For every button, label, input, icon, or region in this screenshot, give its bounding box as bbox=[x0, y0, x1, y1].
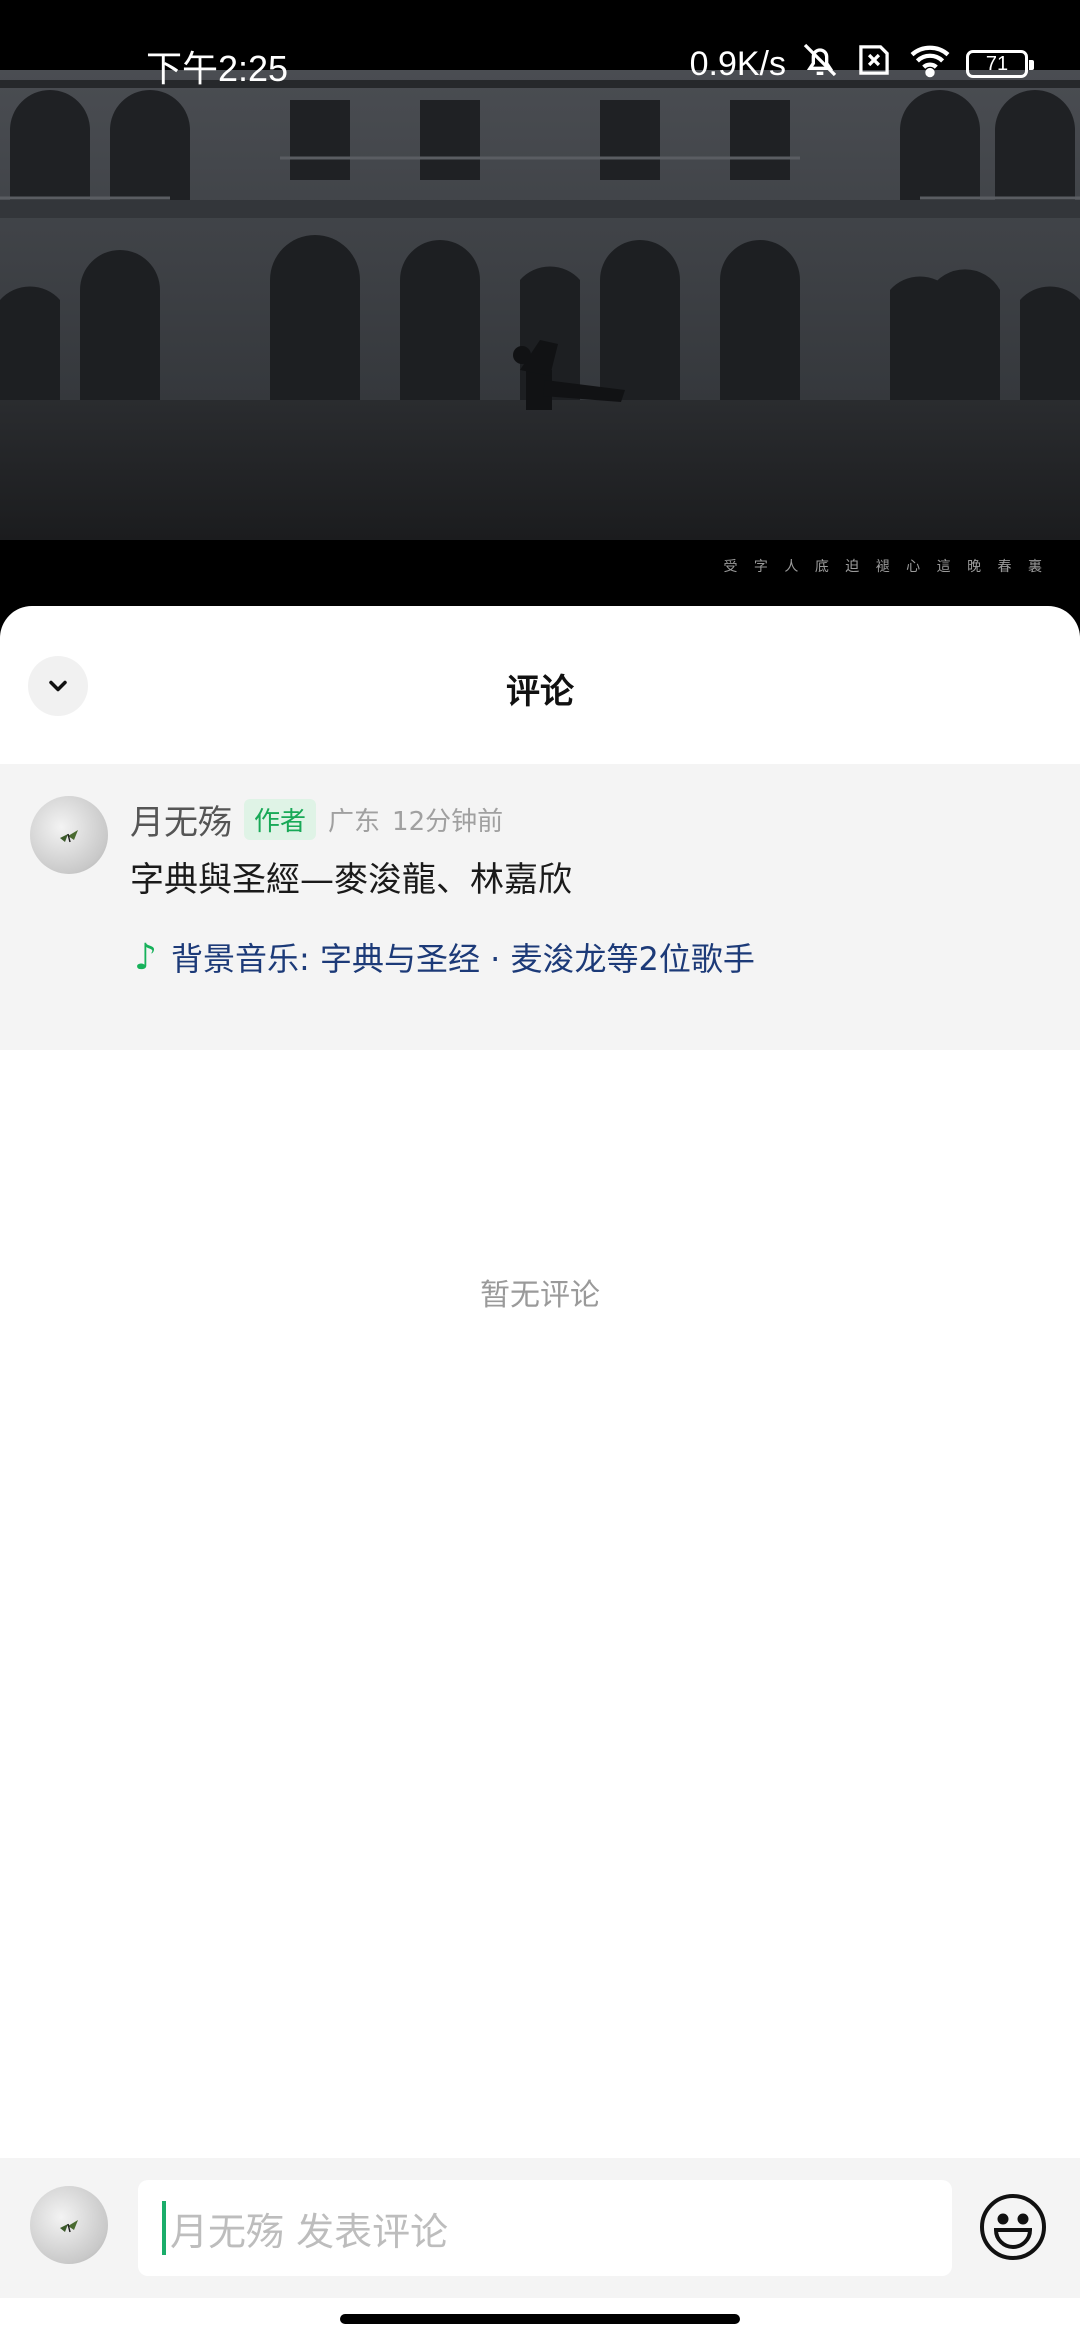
emoji-icon bbox=[980, 2194, 1046, 2260]
wifi-icon bbox=[908, 42, 952, 87]
empty-state: 暂无评论 bbox=[480, 1278, 600, 1313]
network-speed: 0.9K/s bbox=[689, 44, 786, 83]
user-avatar[interactable] bbox=[30, 2186, 108, 2264]
battery-level: 71 bbox=[985, 52, 1009, 75]
post-description: 字典與圣經—麥浚龍、林嘉欣 bbox=[130, 860, 572, 900]
background-music-link[interactable]: ♪ 背景音乐: 字典与圣经 · 麦浚龙等2位歌手 bbox=[134, 934, 755, 980]
text-caret bbox=[162, 2201, 166, 2255]
comment-input[interactable]: 月无殇 发表评论 bbox=[138, 2180, 952, 2276]
comment-placeholder: 月无殇 发表评论 bbox=[170, 2209, 449, 2254]
video-frame bbox=[0, 70, 1080, 540]
author-avatar[interactable] bbox=[30, 796, 108, 874]
butterfly-icon bbox=[60, 2220, 78, 2233]
post-location: 广东 bbox=[328, 806, 381, 837]
status-time: 下午2:25 bbox=[146, 48, 289, 89]
video-caption: 受 字 人 底 迫 褪 心 這 晚 春 裏 bbox=[723, 559, 1048, 575]
battery-icon: 71 bbox=[966, 50, 1034, 78]
music-label: 背景音乐: 字典与圣经 · 麦浚龙等2位歌手 bbox=[170, 940, 755, 978]
comment-bar: 月无殇 发表评论 bbox=[0, 2158, 1080, 2298]
status-bar: 下午2:25 0.9K/s 71 bbox=[0, 0, 1080, 96]
emoji-button[interactable] bbox=[978, 2192, 1048, 2262]
butterfly-icon bbox=[60, 830, 78, 843]
author-name[interactable]: 月无殇 bbox=[130, 795, 232, 844]
sheet-title: 评论 bbox=[506, 672, 574, 712]
sim-off-icon bbox=[854, 42, 894, 87]
home-indicator[interactable] bbox=[340, 2314, 740, 2324]
music-note-icon: ♪ bbox=[134, 936, 157, 978]
bell-muted-icon bbox=[800, 40, 840, 89]
post-time: 12分钟前 bbox=[392, 806, 504, 837]
comments-sheet: 评论 月无殇 作者 广东 12分钟前 字典與圣經—麥浚龍、林嘉欣 ♪ 背景音乐:… bbox=[0, 606, 1080, 2340]
author-post: 月无殇 作者 广东 12分钟前 字典與圣經—麥浚龍、林嘉欣 ♪ 背景音乐: 字典… bbox=[0, 764, 1080, 1050]
author-badge: 作者 bbox=[244, 798, 317, 840]
